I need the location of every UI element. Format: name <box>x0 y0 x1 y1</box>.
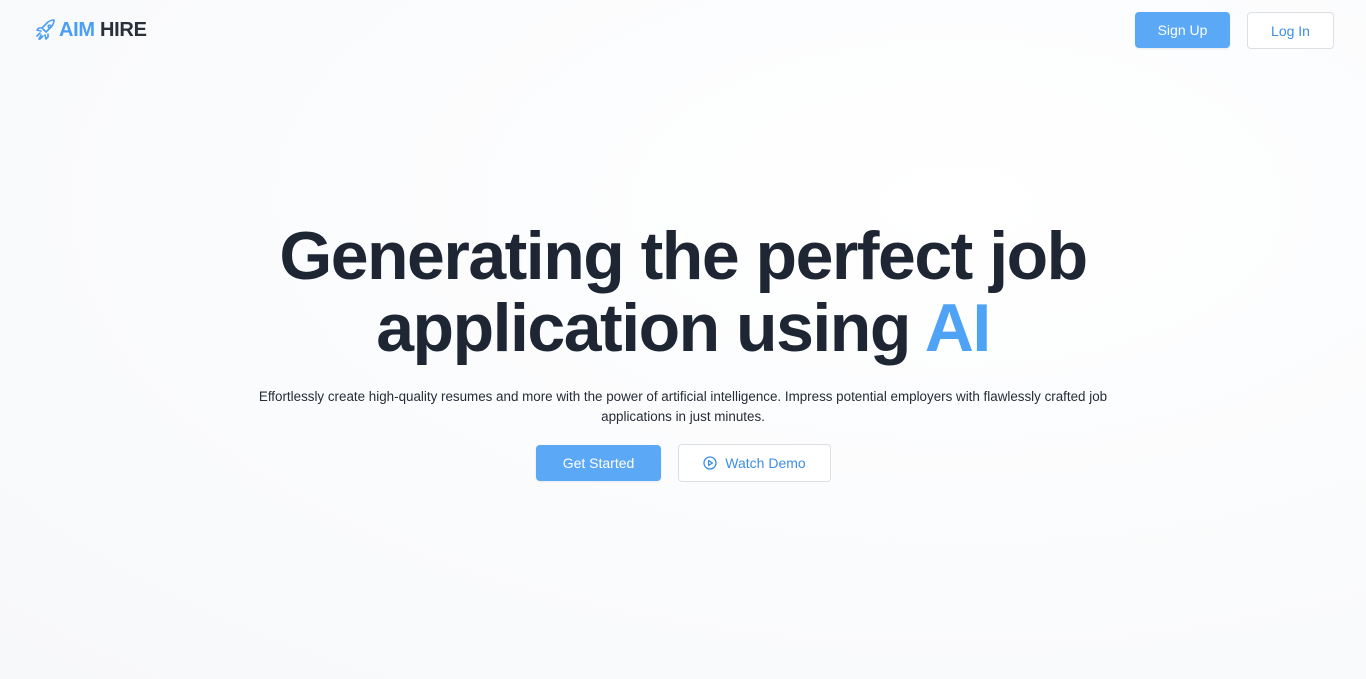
logo[interactable]: AIM HIRE <box>34 18 147 42</box>
hero-headline: Generating the perfect job application u… <box>0 220 1366 364</box>
play-circle-icon <box>703 456 717 470</box>
headline-line-1: Generating the perfect job <box>279 218 1088 294</box>
top-navbar: AIM HIRE Sign Up Log In <box>0 0 1366 60</box>
headline-accent: AI <box>924 290 992 366</box>
watch-demo-label: Watch Demo <box>725 455 806 471</box>
log-in-button[interactable]: Log In <box>1247 12 1334 49</box>
logo-text-hire: HIRE <box>94 19 147 41</box>
logo-text: AIM HIRE <box>59 18 147 42</box>
logo-text-aim: AIM <box>59 19 95 41</box>
cta-row: Get Started Watch Demo <box>0 444 1366 482</box>
rocket-icon <box>34 18 58 42</box>
hero-subtext: Effortlessly create high-quality resumes… <box>258 389 1108 424</box>
sign-up-button[interactable]: Sign Up <box>1135 12 1230 48</box>
hero-section: Generating the perfect job application u… <box>0 220 1366 427</box>
watch-demo-button[interactable]: Watch Demo <box>678 444 831 482</box>
get-started-button[interactable]: Get Started <box>536 445 661 481</box>
headline-line-2: application using <box>376 290 925 366</box>
